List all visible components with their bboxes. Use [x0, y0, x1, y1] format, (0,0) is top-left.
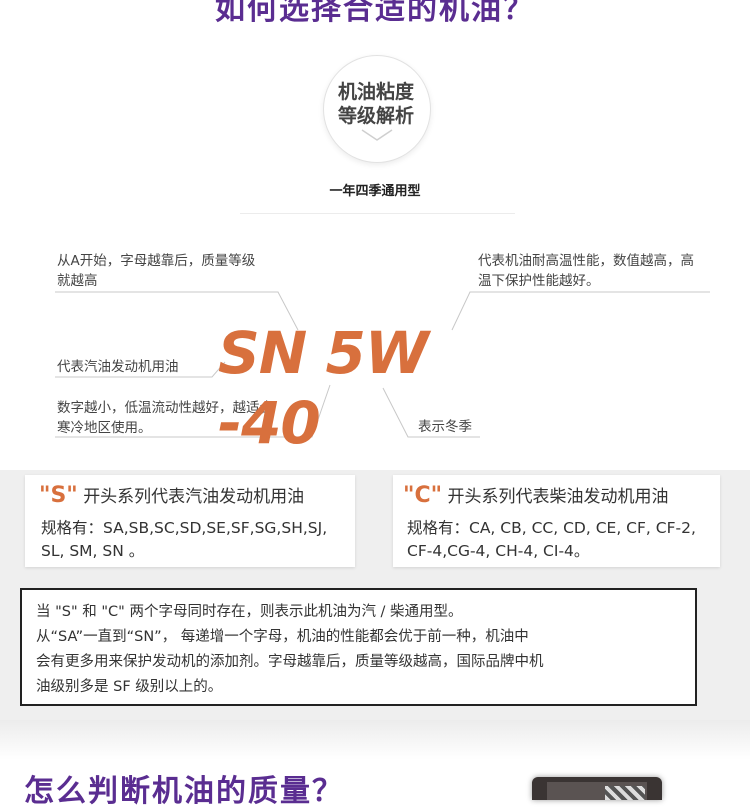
card-head-text: 开头系列代表汽油发动机用油: [83, 487, 305, 507]
card-head-text: 开头系列代表柴油发动机用油: [447, 487, 669, 507]
gasoline-spec-card: "S" 开头系列代表汽油发动机用油 规格有：SA,SB,SC,SD,SE,SF,…: [25, 475, 355, 567]
annotation-grade-letter: 从A开始，字母越靠后，质量等级 就越高: [57, 251, 255, 291]
card-body-line: 规格有：SA,SB,SC,SD,SE,SF,SG,SH,SJ,: [41, 519, 328, 537]
card-body-line: CF-4,CG-4, CH-4, CI-4。: [407, 542, 590, 560]
note-text: 当 "S" 和 "C" 两个字母同时存在，则表示此机油为汽 / 柴通用型。 从“…: [36, 600, 686, 700]
annotation-gasoline: 代表汽油发动机用油: [57, 359, 179, 375]
card-heading: "C" 开头系列代表柴油发动机用油: [403, 483, 668, 510]
annotation-line: 从A开始，字母越靠后，质量等级: [57, 253, 256, 269]
card-body: 规格有：SA,SB,SC,SD,SE,SF,SG,SH,SJ, SL, SM, …: [41, 517, 327, 563]
annotation-line: 温下保护性能越好。: [478, 273, 600, 289]
card-body-line: 规格有：CA, CB, CC, CD, CE, CF, CF-2,: [407, 519, 696, 537]
card-body-line: SL, SM, SN 。: [41, 542, 145, 560]
card-body: 规格有：CA, CB, CC, CD, CE, CF, CF-2, CF-4,C…: [407, 517, 696, 563]
section-title-quality: 怎么判断机油的质量？: [24, 774, 344, 809]
note-line: 从“SA”一直到“SN”， 每递增一个字母，机油的性能都会优于前一种，机油中: [36, 629, 529, 645]
note-line: 当 "S" 和 "C" 两个字母同时存在，则表示此机油为汽 / 柴通用型。: [36, 604, 463, 620]
section-fade: [0, 720, 750, 760]
annotation-line: 就越高: [57, 273, 98, 289]
note-line: 会有更多用来保护发动机的添加剂。字母越靠后，质量等级越高，国际品牌中机: [36, 654, 544, 670]
note-line: 油级别多是 SF 级别以上的。: [36, 679, 223, 695]
diesel-spec-card: "C" 开头系列代表柴油发动机用油 规格有：CA, CB, CC, CD, CE…: [393, 475, 720, 567]
annotation-high-temp: 代表机油耐高温性能，数值越高，高 温下保护性能越好。: [478, 251, 694, 291]
annotation-line: 代表机油耐高温性能，数值越高，高: [478, 253, 694, 269]
grade-code: SN 5W -40: [218, 319, 429, 457]
card-letter: "C": [403, 483, 443, 508]
product-pattern: [605, 786, 645, 800]
card-letter: "S": [39, 483, 78, 508]
card-heading: "S" 开头系列代表汽油发动机用油: [39, 483, 304, 510]
